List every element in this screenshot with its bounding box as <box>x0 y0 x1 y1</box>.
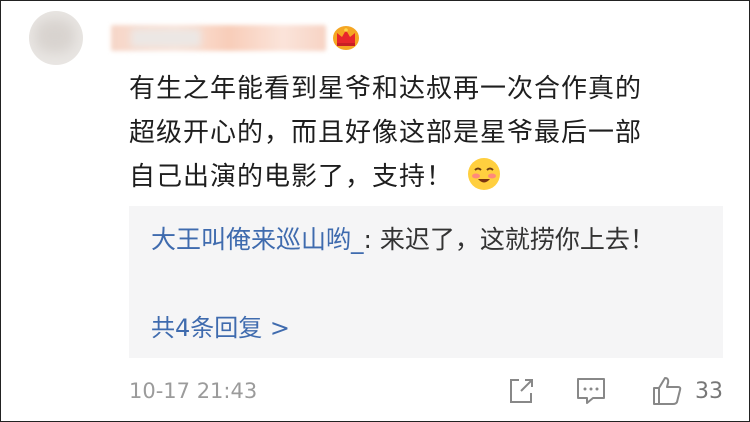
reply-separator: : <box>363 225 380 254</box>
share-icon[interactable] <box>507 377 535 405</box>
blush-emoji-icon <box>468 158 501 190</box>
comment-footer: 10-17 21:43 33 <box>129 373 729 413</box>
comment-icon[interactable] <box>576 377 606 405</box>
username-redacted[interactable] <box>111 25 326 51</box>
timestamp: 10-17 21:43 <box>129 379 258 403</box>
reply-line: 大王叫俺来巡山哟_: 来迟了，这就捞你上去！ <box>151 220 711 260</box>
reply-box[interactable]: 大王叫俺来巡山哟_: 来迟了，这就捞你上去！ 共4条回复 > <box>129 206 723 358</box>
view-more-replies-link[interactable]: 共4条回复 > <box>151 310 290 346</box>
reply-text: 来迟了，这就捞你上去！ <box>379 225 655 254</box>
thumbs-up-icon[interactable] <box>651 375 683 407</box>
comment-body: 有生之年能看到星爷和达叔再一次合作真的 超级开心的，而且好像这部是星爷最后一部 … <box>129 67 719 199</box>
comment-line: 超级开心的，而且好像这部是星爷最后一部 <box>129 118 643 148</box>
like-count: 33 <box>695 379 723 404</box>
reply-username[interactable]: 大王叫俺来巡山哟_ <box>151 225 364 254</box>
crown-badge-icon <box>333 26 359 50</box>
avatar[interactable] <box>29 11 83 65</box>
comment-line: 有生之年能看到星爷和达叔再一次合作真的 <box>129 74 643 104</box>
comment-line: 自己出演的电影了，支持！ <box>129 155 719 199</box>
comment-line-text: 自己出演的电影了，支持！ <box>129 162 454 192</box>
